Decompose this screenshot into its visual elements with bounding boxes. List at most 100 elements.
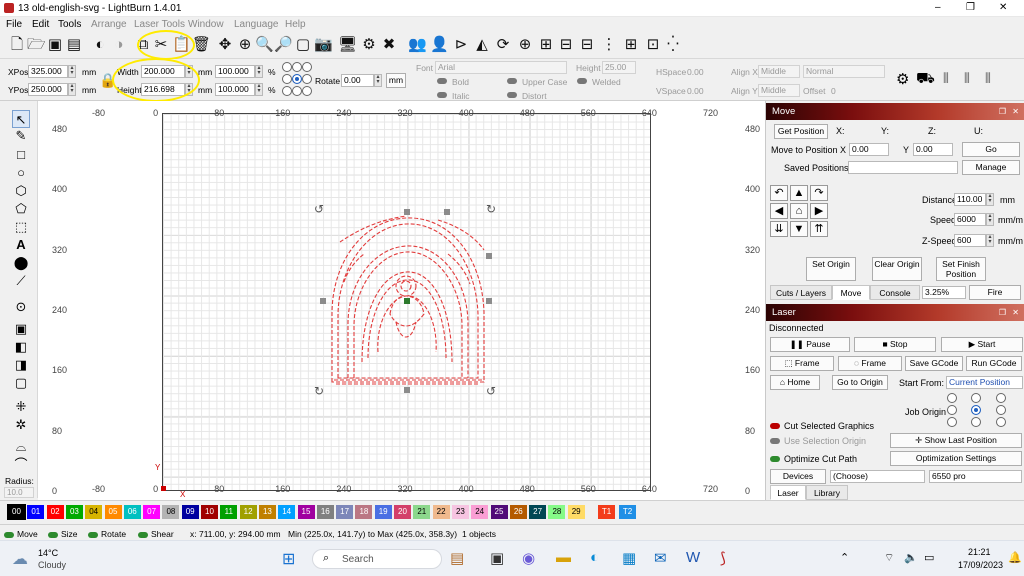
save-icon[interactable]: ▣	[46, 36, 64, 54]
devices-button[interactable]: Devices	[770, 469, 826, 484]
machine-icon[interactable]: ⛟	[916, 70, 935, 89]
aligny-select[interactable]: Middle	[758, 84, 800, 97]
hspace-value[interactable]: 0.00	[687, 67, 704, 77]
distort-toggle[interactable]	[507, 92, 517, 98]
font-height-field[interactable]: 25.00	[602, 61, 636, 74]
layer-swatch-04[interactable]: 04	[85, 505, 103, 519]
manage-button[interactable]: Manage	[962, 160, 1020, 175]
selection-handle-right[interactable]	[486, 298, 492, 304]
size-toggle[interactable]: Size	[48, 529, 78, 539]
speed-spinner[interactable]: ▴ ▾	[986, 213, 994, 226]
rotate-unit-button[interactable]: mm	[386, 73, 406, 88]
target-icon[interactable]: ⊕	[516, 36, 534, 54]
layer-swatch-T2[interactable]: T2	[619, 505, 636, 519]
distance-spinner[interactable]: ▴ ▾	[986, 193, 994, 206]
ypos-spinner[interactable]: ▴ ▾	[68, 83, 76, 96]
selection-center-handle[interactable]	[404, 298, 410, 304]
menu-help[interactable]: Help	[285, 19, 306, 30]
offset-value[interactable]: 0	[831, 86, 836, 96]
move-y-field[interactable]: 0.00	[913, 143, 953, 156]
dock-icon[interactable]: ⊡	[644, 36, 662, 54]
layer-swatch-18[interactable]: 18	[355, 505, 373, 519]
close-icon[interactable]: ✕	[999, 2, 1007, 13]
layer-swatch-21[interactable]: 21	[413, 505, 431, 519]
z-down-icon[interactable]: ⇊	[770, 221, 788, 237]
windows-start-icon[interactable]: ⊞	[282, 549, 295, 569]
speed-field[interactable]: 6000	[954, 213, 986, 226]
notifications-icon[interactable]: 🔔	[1008, 551, 1022, 564]
battery-icon[interactable]: ▭	[924, 551, 934, 564]
volume-icon[interactable]: 🔈	[904, 551, 918, 564]
layer-swatch-23[interactable]: 23	[451, 505, 469, 519]
menu-file[interactable]: File	[6, 19, 22, 30]
new-file-icon[interactable]: 🗋	[8, 36, 26, 54]
boolean-difference-icon[interactable]: ◧	[12, 338, 30, 356]
device-model-select[interactable]: 6550 pro	[929, 470, 1022, 483]
jog-home-icon[interactable]: ⌂	[790, 203, 808, 219]
distribute-v-icon[interactable]: ⊞	[622, 36, 640, 54]
lightburn-taskbar-icon[interactable]: ⟆	[720, 549, 726, 567]
fire-button[interactable]: Fire	[969, 285, 1021, 300]
start-button[interactable]: ▶ Start	[941, 337, 1023, 352]
weld-icon[interactable]: ▢	[12, 374, 30, 392]
maximize-icon[interactable]: ❐	[966, 2, 975, 13]
layer-swatch-28[interactable]: 28	[548, 505, 566, 519]
tab-move[interactable]: Move	[832, 285, 870, 300]
rotate-handle-icon[interactable]: ↻	[314, 384, 324, 398]
distribute-h-icon[interactable]: ⋮	[600, 36, 618, 54]
rotate-icon[interactable]: ⟳	[494, 36, 512, 54]
corner-tool-icon[interactable]: ⌓	[12, 438, 30, 456]
optimization-settings-button[interactable]: Optimization Settings	[890, 451, 1022, 466]
camera-icon[interactable]: 📷	[314, 36, 333, 54]
start-from-select[interactable]: Current Position	[946, 376, 1023, 389]
layer-swatch-07[interactable]: 07	[143, 505, 161, 519]
word-icon[interactable]: W	[686, 549, 700, 566]
layer-swatch-13[interactable]: 13	[258, 505, 276, 519]
float-icon[interactable]: ❐	[999, 103, 1006, 120]
rotate-spinner[interactable]: ▴ ▾	[374, 74, 382, 87]
offset-shapes-icon[interactable]: ⊙	[12, 298, 30, 316]
redo-icon[interactable]: ◑	[110, 36, 128, 54]
boolean-union-icon[interactable]: ▣	[12, 320, 30, 338]
layer-swatch-00[interactable]: 00	[7, 504, 26, 520]
layer-swatch-03[interactable]: 03	[65, 505, 83, 519]
use-selection-origin-toggle[interactable]	[770, 438, 780, 444]
file-explorer-icon[interactable]: ▬	[556, 549, 571, 566]
layer-swatch-10[interactable]: 10	[201, 505, 218, 519]
zspeed-spinner[interactable]: ▴ ▾	[986, 234, 994, 247]
job-origin-grid[interactable]	[947, 393, 1009, 429]
go-to-origin-button[interactable]: Go to Origin	[832, 375, 888, 390]
align-bottom-icon[interactable]: ⊟	[578, 36, 596, 54]
show-last-position-button[interactable]: ✛ Show Last Position	[890, 433, 1022, 448]
italic-toggle[interactable]	[437, 92, 447, 98]
jog-up-left-icon[interactable]: ↶	[770, 185, 788, 201]
menu-language[interactable]: Language	[234, 19, 279, 30]
text-mode-select[interactable]: Normal	[803, 65, 885, 78]
layer-swatch-01[interactable]: 01	[27, 505, 45, 519]
run-gcode-button[interactable]: Run GCode	[966, 356, 1022, 371]
layer-swatch-25[interactable]: 25	[490, 505, 508, 519]
measure-icon[interactable]: ⟋	[12, 272, 30, 290]
move-x-field[interactable]: 0.00	[849, 143, 889, 156]
group-users-icon[interactable]: 👥	[408, 36, 427, 54]
saved-positions-select[interactable]	[848, 161, 958, 174]
layer-swatch-15[interactable]: 15	[297, 505, 315, 519]
layer-swatch-T1[interactable]: T1	[598, 505, 615, 519]
move-arrows-icon[interactable]: ✥	[216, 36, 234, 54]
zoom-out-icon[interactable]: 🔎	[274, 36, 293, 54]
align-r-icon[interactable]: ⫴	[985, 70, 991, 87]
close-panel-icon[interactable]: ✕	[1012, 103, 1019, 120]
clock-date[interactable]: 17/09/2023	[958, 560, 1003, 570]
layer-swatch-08[interactable]: 08	[162, 505, 180, 519]
jog-right-icon[interactable]: ▶	[810, 203, 828, 219]
boolean-intersect-icon[interactable]: ◨	[12, 356, 30, 374]
selection-handle-top-right[interactable]	[444, 209, 450, 215]
layer-swatch-11[interactable]: 11	[220, 505, 238, 519]
tab-console[interactable]: Console	[870, 285, 920, 300]
position-laser-icon[interactable]: ⬤	[12, 254, 30, 272]
zoom-page-icon[interactable]: ▢	[294, 36, 312, 54]
height-percent-spinner[interactable]: ▴ ▾	[255, 83, 263, 96]
radius-tool-icon[interactable]: ⌒	[12, 456, 30, 474]
ellipse-icon[interactable]: ○	[12, 164, 30, 182]
menu-tools[interactable]: Tools	[58, 19, 81, 30]
